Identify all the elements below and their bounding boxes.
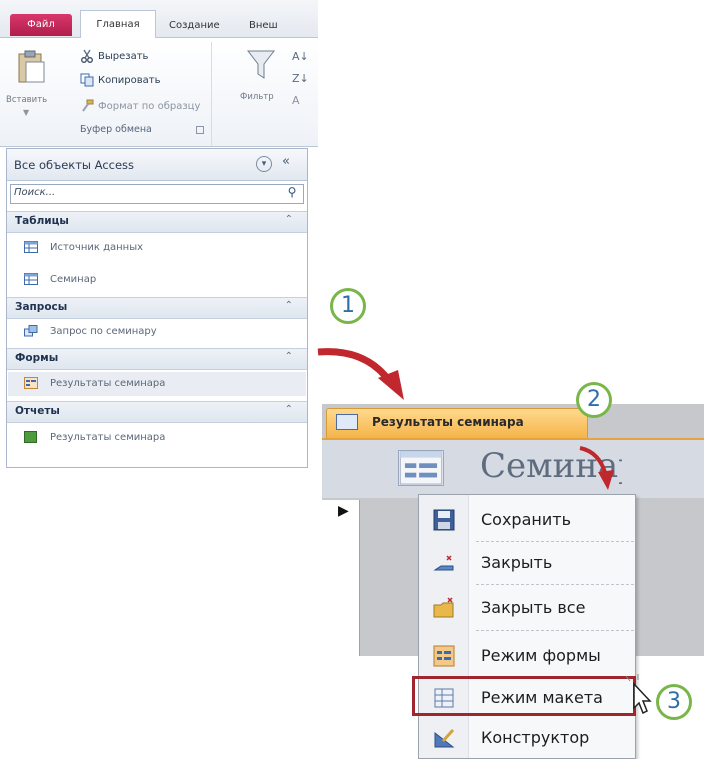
svg-text:Z↓: Z↓ [292,72,309,85]
nav-group-label: Формы [15,352,59,364]
nav-group-label: Запросы [15,301,68,313]
callout-1: 1 [330,288,366,324]
nav-item-label: Семинар [50,274,97,285]
nav-group-label: Таблицы [15,215,69,227]
menu-item-label: Закрыть [481,553,553,572]
callout-2: 2 [576,382,612,418]
callout-arrow-icon [317,348,404,400]
folder-close-icon [433,597,454,618]
nav-group-queries[interactable]: Запросы ⌃ [7,297,307,319]
menu-item-design-view[interactable]: Конструктор [419,718,635,758]
menu-item-label: Конструктор [481,728,590,747]
form-icon [336,414,358,430]
tab-external-data[interactable]: Внеш [240,14,287,38]
menu-separator [476,584,634,585]
menu-item-save[interactable]: Сохранить [419,500,635,540]
cut-button[interactable]: Вырезать [80,48,148,66]
form-logo-icon [398,450,444,486]
collapse-pane-icon[interactable]: « [282,154,290,169]
nav-item-report[interactable]: Результаты семинара [24,426,165,450]
paste-button-label[interactable]: Вставить [6,95,47,105]
filter-icon[interactable] [246,48,276,82]
menu-separator [476,541,634,542]
clipboard-group-title: Буфер обмена [80,124,152,135]
nav-item-query[interactable]: Запрос по семинару [24,320,157,344]
nav-item-label: Результаты семинара [50,378,166,389]
format-painter-label: Формат по образцу [98,101,201,112]
tab-file[interactable]: Файл [10,14,72,36]
query-icon [24,325,38,337]
menu-item-form-view[interactable]: Режим формы [419,636,635,676]
scissors-icon [81,49,93,63]
filter-label[interactable]: Фильтр [240,92,274,102]
chevron-up-icon[interactable]: ⌃ [285,404,293,415]
nav-pane-title[interactable]: Все объекты Access [14,158,134,172]
form-icon [24,377,38,389]
copy-button[interactable]: Копировать [80,72,160,90]
copy-icon [80,73,94,87]
document-tab-label[interactable]: Результаты семинара [372,415,524,429]
tab-create[interactable]: Создание [160,14,229,38]
chevron-up-icon[interactable]: ⌃ [285,351,293,362]
menu-item-close-all[interactable]: Закрыть все [419,588,635,628]
chevron-down-icon[interactable]: ▾ [256,156,272,172]
dialog-launcher-icon[interactable] [196,126,204,134]
chevron-up-icon[interactable]: ⌃ [285,300,293,311]
record-selector[interactable] [322,500,360,656]
table-icon [24,241,38,253]
menu-item-label: Закрыть все [481,598,586,617]
nav-item-label: Источник данных [50,242,144,253]
paste-dropdown-icon[interactable]: ▼ [23,108,29,117]
close-object-icon [433,555,454,571]
record-pointer-icon: ▶ [338,503,349,519]
sort-icons[interactable]: A↓ Z↓ A [290,44,318,116]
cut-label: Вырезать [98,51,149,62]
nav-item-table[interactable]: Семинар [24,268,96,292]
nav-group-forms[interactable]: Формы ⌃ [7,348,307,370]
save-icon [433,509,455,531]
nav-group-tables[interactable]: Таблицы ⌃ [7,211,307,233]
menu-separator [476,630,634,631]
search-placeholder: Поиск... [14,187,56,198]
nav-item-label: Запрос по семинару [50,326,157,337]
format-painter-icon [82,99,94,112]
nav-item-label: Результаты семинара [50,432,166,443]
svg-text:A↓: A↓ [292,50,309,63]
nav-item-table[interactable]: Источник данных [24,236,143,260]
nav-group-reports[interactable]: Отчеты ⌃ [7,401,307,423]
callout-arrow-icon [579,446,614,490]
paste-icon[interactable] [16,50,46,84]
menu-item-label: Режим формы [481,646,601,665]
chevron-up-icon[interactable]: ⌃ [285,214,293,225]
format-painter-button[interactable]: Формат по образцу [80,98,200,116]
tab-home[interactable]: Главная [80,10,156,38]
report-icon [24,431,37,443]
form-view-icon [433,645,455,667]
nav-item-form[interactable]: Результаты семинара [8,372,306,396]
nav-group-label: Отчеты [15,405,60,417]
table-icon [24,273,38,285]
mouse-cursor-icon [625,674,652,715]
menu-item-label: Сохранить [481,510,571,529]
callout-3: 3 [656,684,692,720]
copy-label: Копировать [98,75,161,86]
menu-item-close[interactable]: Закрыть [419,543,635,583]
design-view-icon [434,728,455,748]
search-icon[interactable]: ⚲ [282,185,302,203]
svg-text:A: A [292,94,300,107]
highlight-box [412,676,636,716]
